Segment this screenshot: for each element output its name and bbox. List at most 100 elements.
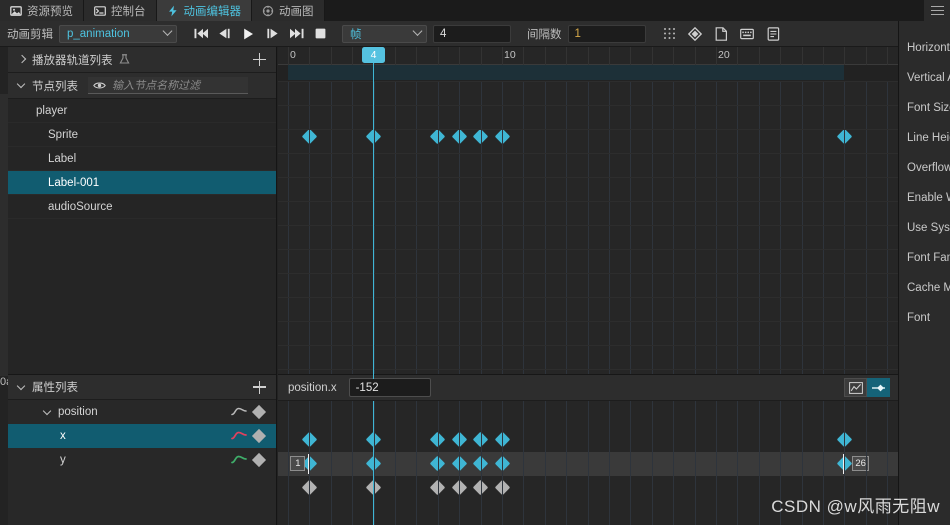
- image-preview-icon: [10, 5, 22, 17]
- curve-icon[interactable]: [231, 454, 247, 466]
- track-gridline: [352, 81, 354, 374]
- inspector-row-vertical-align[interactable]: Vertical Align: [899, 63, 950, 93]
- track-rowline: [278, 153, 898, 154]
- interval-input[interactable]: 1: [567, 24, 646, 43]
- inspector-row-use-system-font[interactable]: Use System Font: [899, 213, 950, 243]
- inspector-label: Font Family: [907, 252, 950, 264]
- interval-label: 间隔数: [527, 28, 562, 41]
- tab-bar: 资源预览 控制台 动画编辑器 动画图: [0, 0, 950, 21]
- track-rowline: [278, 345, 898, 346]
- timeline-range-bar[interactable]: [288, 65, 845, 80]
- ruler-gridline: [330, 47, 332, 65]
- node-list-label: 节点列表: [32, 80, 78, 93]
- playhead-handle[interactable]: 4: [362, 47, 386, 63]
- inspector-row-line-height[interactable]: Line Height: [899, 123, 950, 153]
- keyframe-icon[interactable]: [251, 404, 267, 420]
- ruler-tick-label: 20: [718, 49, 730, 61]
- eye-icon[interactable]: [93, 81, 106, 90]
- tab-animation-graph[interactable]: 动画图: [252, 0, 325, 21]
- current-frame-input[interactable]: 4: [433, 24, 511, 43]
- ruler-gridline: [823, 47, 824, 65]
- left-sliver: 0a: [0, 47, 12, 525]
- ruler-gridline: [288, 47, 289, 65]
- clip-select-value: p_animation: [67, 27, 130, 40]
- keyframe-icon[interactable]: [251, 428, 267, 444]
- track-gridline: [844, 81, 846, 374]
- tab-console[interactable]: 控制台: [84, 0, 157, 21]
- inspector-row-font-size[interactable]: Font Size: [899, 93, 950, 123]
- chevron-down-icon: [18, 81, 27, 90]
- curve-icon[interactable]: [231, 406, 247, 418]
- grid-snap-icon[interactable]: [662, 26, 677, 41]
- tab-animation-editor[interactable]: 动画编辑器: [156, 0, 252, 21]
- node-list-header[interactable]: 节点列表 输入节点名称过滤: [8, 73, 276, 99]
- ruler-gridline: [865, 47, 867, 65]
- clip-select[interactable]: p_animation: [59, 24, 177, 43]
- dope-gridline: [801, 401, 803, 525]
- inspector-label: Vertical Align: [907, 72, 950, 84]
- inspector-row-overflow[interactable]: Overflow: [899, 153, 950, 183]
- inspector-row-horizontal-align[interactable]: Horizontal Align: [899, 33, 950, 63]
- node-item-sprite[interactable]: Sprite: [8, 123, 276, 147]
- node-item-label[interactable]: Label: [8, 147, 276, 171]
- track-gridline: [758, 81, 760, 374]
- inspector-row-font-family[interactable]: Font Family: [899, 243, 950, 273]
- timeline-panel: 0 10 20 4 position.x -152 1 26: [278, 47, 898, 525]
- skip-to-start-icon[interactable]: [193, 27, 208, 40]
- stop-icon[interactable]: [313, 27, 328, 40]
- node-label: player: [36, 104, 68, 117]
- keyframe-icon[interactable]: [251, 452, 267, 468]
- property-value-input[interactable]: -152: [348, 378, 431, 397]
- add-keyframe-icon[interactable]: [688, 26, 703, 41]
- dope-gridline: [844, 401, 846, 525]
- step-back-icon[interactable]: [217, 27, 232, 40]
- ruler-gridline: [395, 47, 396, 65]
- property-row-position[interactable]: position: [8, 400, 276, 424]
- hamburger-icon[interactable]: [924, 0, 950, 21]
- selection-start-badge[interactable]: 1: [290, 456, 306, 471]
- keyboard-icon[interactable]: [740, 26, 755, 41]
- skip-to-end-icon[interactable]: [289, 27, 304, 40]
- inspector-label: Enable Wrap Text: [907, 192, 950, 204]
- ruler-gridline: [609, 47, 610, 65]
- tab-resource-preview[interactable]: 资源预览: [0, 0, 84, 21]
- property-row-x[interactable]: x: [8, 424, 276, 448]
- unit-select[interactable]: 帧: [342, 24, 427, 43]
- ruler-gridline: [437, 47, 439, 65]
- track-gridline: [801, 81, 803, 374]
- node-filter-input[interactable]: 输入节点名称过滤: [88, 77, 248, 94]
- track-list-header[interactable]: 播放器轨道列表: [8, 47, 276, 73]
- inspector-label: Font Size: [907, 102, 950, 114]
- node-filter-placeholder: 输入节点名称过滤: [112, 80, 200, 92]
- track-keyframe-area[interactable]: [278, 81, 898, 374]
- step-forward-icon[interactable]: [265, 27, 280, 40]
- track-gridline: [651, 81, 653, 374]
- dope-sheet[interactable]: 1 26: [278, 401, 898, 525]
- property-list-header[interactable]: 属性列表: [8, 374, 276, 400]
- add-track-button[interactable]: [253, 53, 266, 66]
- copy-icon[interactable]: [714, 26, 729, 41]
- chevron-down-icon: [44, 408, 53, 417]
- play-icon[interactable]: [241, 27, 256, 40]
- chevron-down-icon: [412, 25, 423, 36]
- node-item-player[interactable]: player: [8, 99, 276, 123]
- property-row-y[interactable]: y: [8, 448, 276, 472]
- inspector-row-enable-wrap-text[interactable]: Enable Wrap Text: [899, 183, 950, 213]
- track-list-label: 播放器轨道列表: [32, 54, 113, 67]
- property-editor-toggles: [844, 378, 890, 397]
- track-rowline: [278, 81, 898, 82]
- playhead-line: [372, 63, 375, 379]
- notes-icon[interactable]: [766, 26, 781, 41]
- inspector-row-font[interactable]: Font: [899, 303, 950, 333]
- dope-sheet-toggle[interactable]: [867, 378, 890, 397]
- unit-select-value: 帧: [350, 28, 362, 41]
- curve-icon[interactable]: [231, 430, 247, 442]
- inspector-row-cache-mode[interactable]: Cache Mode: [899, 273, 950, 303]
- ruler-gridline: [737, 47, 739, 65]
- track-rowline: [278, 201, 898, 202]
- ruler-tick-label: 0: [290, 49, 296, 61]
- curve-editor-toggle[interactable]: [844, 378, 867, 397]
- node-item-audiosource[interactable]: audioSource: [8, 195, 276, 219]
- add-property-button[interactable]: [253, 380, 266, 394]
- node-item-label-001[interactable]: Label-001: [8, 171, 276, 195]
